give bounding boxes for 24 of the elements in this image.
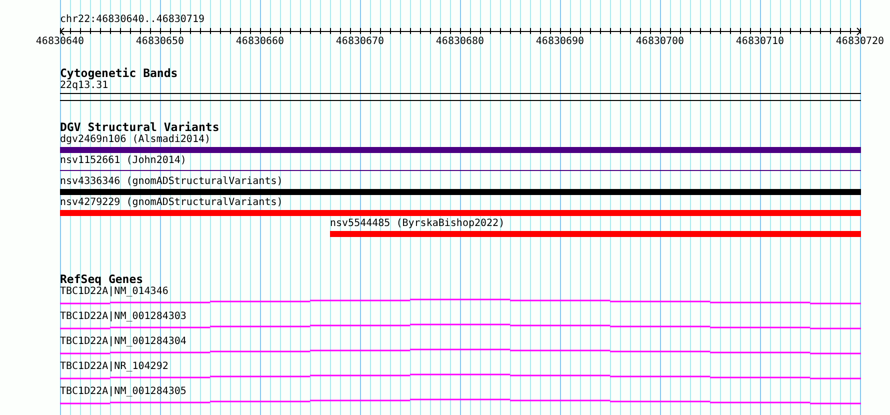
location-label: chr22:46830640..46830719 — [60, 14, 204, 26]
track-title: Cytogenetic Bands — [60, 67, 178, 80]
track-title: DGV Structural Variants — [60, 121, 220, 134]
ruler-tick-label: 46830700 — [636, 36, 684, 47]
ruler-tick-label: 46830670 — [336, 36, 384, 47]
variant-label: dgv2469n106 (Alsmadi2014) — [60, 134, 211, 146]
ruler-tick-label: 46830680 — [436, 36, 484, 47]
ruler-tick-label: 46830650 — [136, 36, 184, 47]
ruler-tick-label: 46830640 — [36, 36, 84, 47]
variant-label: nsv5544485 (ByrskaBishop2022) — [330, 218, 505, 230]
gene-label: TBC1D22A|NR_104292 — [60, 361, 168, 373]
gene-label: TBC1D22A|NM_001284303 — [60, 311, 186, 323]
gene-label: TBC1D22A|NM_001284304 — [60, 336, 186, 348]
variant-label: nsv1152661 (John2014) — [60, 155, 186, 167]
gene-label: TBC1D22A|NM_001284305 — [60, 386, 186, 398]
variant-label: nsv4336346 (gnomADStructuralVariants) — [60, 176, 283, 188]
gene-label: TBC1D22A|NM_014346 — [60, 286, 168, 298]
variant-label: nsv4279229 (gnomADStructuralVariants) — [60, 197, 283, 209]
ruler-tick-label: 46830720 — [836, 36, 884, 47]
track-title: RefSeq Genes — [60, 273, 144, 286]
ruler-tick-label: 46830660 — [236, 36, 284, 47]
ruler-tick-label: 46830690 — [536, 36, 584, 47]
band-label: 22q13.31 — [60, 80, 108, 92]
ruler-tick-label: 46830710 — [736, 36, 784, 47]
